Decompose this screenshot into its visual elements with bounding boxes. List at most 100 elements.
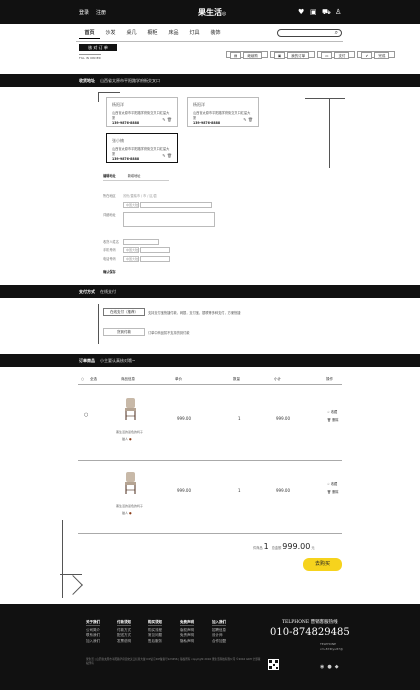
nav-bedding[interactable]: 床品 [163,29,184,36]
logo[interactable]: 果生活◎ [198,7,226,18]
address-tabs: 编辑地址 新增地址 [103,173,169,181]
detail-label: 详细地址 [103,213,116,217]
address-card-selected[interactable]: 张小楠 山西省太原市平阳路学府街交叉口红星大厦 139-9876-8888 ✎ … [106,133,178,163]
nav-divider [76,41,343,42]
footer [0,604,420,690]
item-qty[interactable]: 1 [238,488,241,493]
footer-link[interactable]: 联系我们 [86,633,100,638]
footer-link[interactable]: 加入我们 [86,639,100,644]
qq-icon[interactable]: ◆ [335,664,342,670]
pay-online-option[interactable]: 在线支付（推荐） [103,308,145,316]
page-subtitle: FILL IN ORDER [79,54,101,60]
edit-icon[interactable]: ✎ [243,117,246,122]
header-qty: 数量 [233,377,240,381]
frame-decoration [313,98,330,168]
chair-image[interactable] [124,398,137,420]
phone-label: 手机号码 [103,248,116,252]
cart-summary: 件商品 1 总金额 999.00 元 [253,542,315,551]
card-ops: ✎ 🗑 [162,117,172,122]
chair-image[interactable] [124,472,137,494]
region-detail-select[interactable] [140,202,213,208]
cart-item: 黑生活的蓝色的椅子 猫人 ● 999.00 1 999.00 ☆ 收藏 🗑 删除 [78,466,342,528]
footer-legal: 果生活 | 山西省太原市平阳路学府街交叉口红星大厦 ICP证京ICP备案号123… [86,658,261,665]
header-select-all[interactable]: 全选 [90,377,97,382]
footer-link[interactable]: 常见问题 [148,633,162,638]
step-done[interactable]: ✔ 完成 [357,51,396,59]
select-all-checkbox[interactable]: ○ [81,377,84,381]
pay-cod-option[interactable]: 货到付款 [103,328,145,336]
delete-icon[interactable]: 🗑 [248,117,253,122]
tel-input[interactable] [140,256,171,262]
footer-link[interactable]: 隐私声明 [180,639,194,644]
item-price: 999.00 [177,488,191,493]
footer-email[interactable]: cm-874tyu87@ [320,647,343,651]
card-ops: ✎ 🗑 [162,153,172,158]
step-pay[interactable]: ▭ 支付 [317,51,356,59]
nav-home[interactable]: 首页 [79,29,100,39]
register-link[interactable]: 注册 [96,10,106,16]
item-name[interactable]: 黑生活的蓝色的椅子 [116,430,143,434]
nav-lamp[interactable]: 灯具 [184,29,205,36]
wechat-icon[interactable]: ● [327,664,334,670]
footer-link[interactable]: 售后服务 [148,639,162,644]
tab-edit-address[interactable]: 编辑地址 [103,174,116,178]
step-continue[interactable]: ▤ 继续购 [226,51,268,59]
favorite-button[interactable]: ☆ 收藏 [327,480,338,488]
tel-country-select[interactable]: 中国大陆 [123,256,139,262]
cart-icon[interactable]: ⛟ [322,8,331,17]
footer-link[interactable]: 免责声明 [180,633,194,638]
name-row: 收货人姓名 [103,239,159,245]
item-actions: ☆ 收藏 🗑 删除 [327,408,338,424]
nav-table[interactable]: 桌几 [121,29,142,36]
address-card[interactable]: 杨阳洋 山西省太原市平阳路学府街交叉口红星大厦 139-9876-8888 ✎ … [106,97,178,127]
header-subtotal: 小计 [274,377,281,381]
nav-decor[interactable]: 装饰 [205,29,226,36]
footer-tel-small: TELPHONE [320,642,336,646]
edit-icon[interactable]: ✎ [162,117,165,122]
region-select[interactable]: 中国大陆 [123,202,139,208]
step-orders[interactable]: ▣ 我的订单 [269,51,316,59]
bag-icon[interactable]: ▣ [310,8,317,16]
cart-bar-value: 小主要认真核对哦~ [100,358,136,363]
save-address-button[interactable]: 确认保存 [103,269,116,274]
payment-bar: 支付方式 在线支付 [0,285,420,298]
delete-button[interactable]: 🗑 删除 [327,416,338,424]
checkout-button[interactable]: 去购买 [303,558,342,571]
tab-new-address[interactable]: 新增地址 [128,174,141,178]
delete-icon[interactable]: 🗑 [167,117,172,122]
item-checkbox[interactable]: ○ [84,412,88,418]
user-icon[interactable]: ♙ [335,8,341,16]
heart-icon[interactable]: ♥ [298,8,304,16]
divider [78,384,342,385]
footer-link[interactable]: 发票说明 [117,639,131,644]
item-qty[interactable]: 1 [238,416,241,421]
delete-icon[interactable]: 🗑 [167,153,172,158]
edit-icon[interactable]: ✎ [162,153,165,158]
address-bar-title: 收货地址 [79,78,95,83]
phone-input[interactable] [140,247,171,253]
name-label: 收货人姓名 [103,240,119,244]
main-nav: 首页 沙发 桌几 橱柜 床品 灯具 装饰 [79,29,226,39]
nav-cabinet[interactable]: 橱柜 [142,29,163,36]
name-input[interactable] [123,239,159,245]
search-input[interactable]: ⌕ [277,29,342,37]
footer-tel[interactable]: 010-874829485 [270,627,350,638]
detail-address-input[interactable] [123,212,215,227]
nav-sofa[interactable]: 沙发 [100,29,121,36]
address-card[interactable]: 杨阳洋 山西省太原市平阳路学府街交叉口红星大厦 139-9876-8888 ✎ … [187,97,259,127]
color-swatch-icon[interactable]: ● [129,511,132,515]
cart-bar: 订单商品 小主要认真核对哦~ [0,354,420,367]
footer-col-payment: 付款须知 付款方式 配送方式 发票说明 [117,620,131,644]
item-name[interactable]: 黑生活的蓝色的椅子 [116,504,143,508]
detail-row: 详细地址 [103,212,215,227]
footer-link[interactable]: 合作加盟 [212,639,226,644]
login-link[interactable]: 登录 [79,10,89,16]
favorite-button[interactable]: ☆ 收藏 [327,408,338,416]
phone-country-select[interactable]: 中国大陆 [123,247,139,253]
footer-link[interactable]: 配送方式 [117,633,131,638]
payment-bar-value: 在线支付 [100,289,116,294]
divider [78,533,342,534]
search-icon[interactable]: ⌕ [335,29,338,37]
color-swatch-icon[interactable]: ● [129,437,132,441]
delete-button[interactable]: 🗑 删除 [327,488,338,496]
